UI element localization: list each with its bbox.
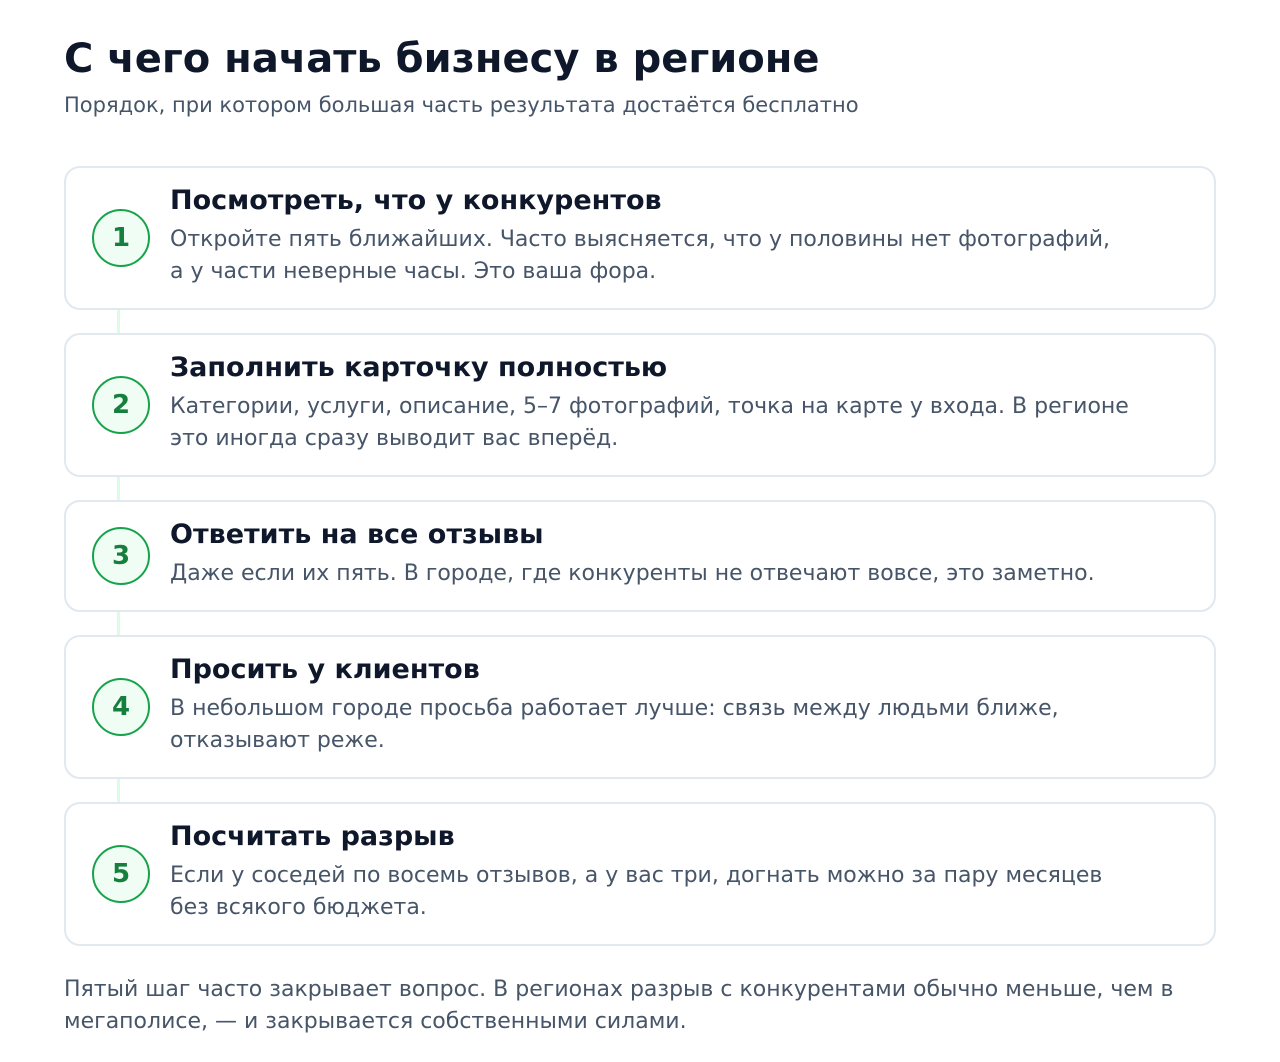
page-subtitle: Порядок, при котором большая часть резул…	[64, 93, 859, 117]
connector-line-4	[117, 779, 120, 802]
step-description: Если у соседей по восемь отзывов, а у ва…	[170, 862, 1103, 920]
step-content: Ответить на все отзывы Даже если их пять…	[170, 517, 1174, 590]
step-card-3: 3 Ответить на все отзывы Даже если их пя…	[64, 500, 1216, 612]
step-number-badge: 4	[92, 678, 150, 736]
step-title: Просить у клиентов	[170, 653, 480, 685]
step-card-2: 2 Заполнить карточку полностью Категории…	[64, 333, 1216, 477]
step-content: Заполнить карточку полностью Категории, …	[170, 350, 1174, 455]
step-description: Откройте пять ближайших. Часто выясняетс…	[170, 226, 1111, 284]
step-number-badge: 3	[92, 527, 150, 585]
step-title: Посчитать разрыв	[170, 820, 455, 852]
step-card-4: 4 Просить у клиентов В небольшом городе …	[64, 635, 1216, 779]
page: С чего начать бизнесу в регионе Порядок,…	[0, 0, 1280, 1038]
step-description: Даже если их пять. В городе, где конкуре…	[170, 560, 1095, 586]
connector-line-3	[117, 612, 120, 635]
step-content: Просить у клиентов В небольшом городе пр…	[170, 652, 1174, 757]
connector-line-2	[117, 477, 120, 500]
steps-list: 1 Посмотреть, что у конкурентов Откройте…	[64, 166, 1216, 946]
step-title: Посмотреть, что у конкурентов	[170, 184, 662, 216]
step-description: В небольшом городе просьба работает лучш…	[170, 695, 1059, 753]
step-title: Заполнить карточку полностью	[170, 351, 668, 383]
step-content: Посчитать разрыв Если у соседей по восем…	[170, 819, 1174, 924]
step-number-badge: 1	[92, 209, 150, 267]
step-content: Посмотреть, что у конкурентов Откройте п…	[170, 183, 1174, 288]
step-card-1: 1 Посмотреть, что у конкурентов Откройте…	[64, 166, 1216, 310]
summary-note: Пятый шаг часто закрывает вопрос. В реги…	[64, 977, 1174, 1034]
step-number-badge: 5	[92, 845, 150, 903]
page-title: С чего начать бизнесу в регионе	[64, 36, 820, 82]
step-number-badge: 2	[92, 376, 150, 434]
connector-line-1	[117, 310, 120, 333]
step-description: Категории, услуги, описание, 5–7 фотогра…	[170, 393, 1129, 451]
step-card-5: 5 Посчитать разрыв Если у соседей по вос…	[64, 802, 1216, 946]
step-title: Ответить на все отзывы	[170, 518, 544, 550]
